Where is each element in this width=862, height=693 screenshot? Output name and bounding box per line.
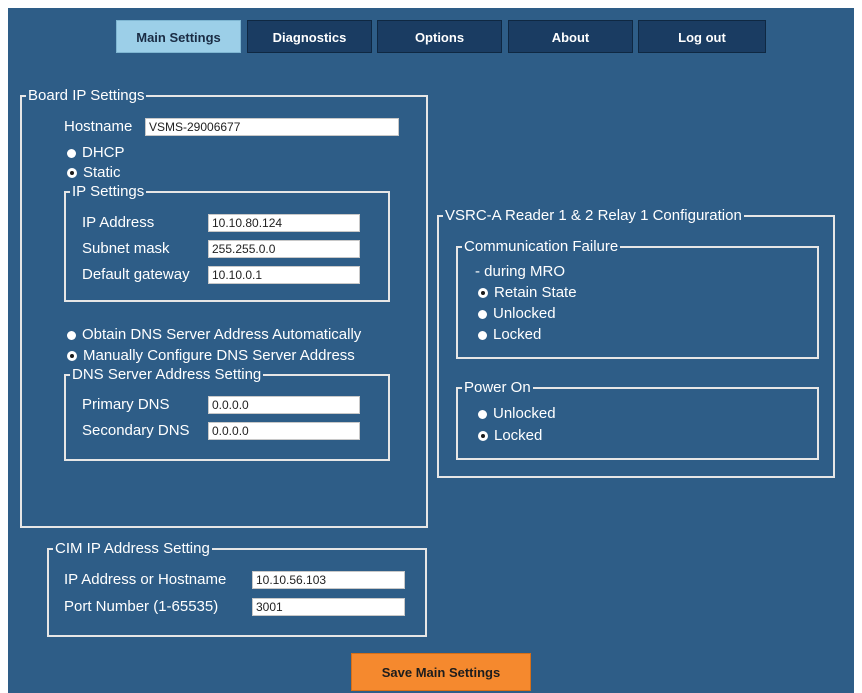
power-unlocked-label: Unlocked [493,405,556,422]
ip-address-label: IP Address [82,214,155,231]
tab-diagnostics[interactable]: Diagnostics [247,20,372,53]
tab-options[interactable]: Options [377,20,502,53]
comm-locked-radio[interactable]: Locked [478,326,541,344]
communication-failure-legend: Communication Failure [464,238,619,255]
dns-manual-radio-dot [67,351,77,361]
hostname-input[interactable] [145,118,399,136]
power-locked-radio-dot [478,431,488,441]
cim-host-label: IP Address or Hostname [64,571,227,588]
dhcp-label: DHCP [82,144,125,161]
ip-settings-legend: IP Settings [72,183,145,200]
retain-state-radio[interactable]: Retain State [478,284,577,302]
power-unlocked-radio-dot [478,409,487,419]
power-locked-radio[interactable]: Locked [478,427,542,445]
comm-unlocked-label: Unlocked [493,305,556,322]
secondary-dns-label: Secondary DNS [82,422,190,439]
power-unlocked-radio[interactable]: Unlocked [478,405,556,423]
subnet-mask-input[interactable] [208,240,360,258]
dns-auto-radio[interactable]: Obtain DNS Server Address Automatically [67,326,361,344]
cim-settings-group: CIM IP Address Setting [47,541,427,637]
during-mro-label: - during MRO [475,263,566,280]
static-radio[interactable]: Static [67,164,121,182]
tab-log-out[interactable]: Log out [638,20,766,53]
retain-state-label: Retain State [494,284,577,301]
dns-manual-label: Manually Configure DNS Server Address [83,347,355,364]
power-on-legend: Power On [464,379,531,396]
dhcp-radio-dot [67,148,76,158]
tab-main-settings[interactable]: Main Settings [116,20,241,53]
comm-unlocked-radio-dot [478,309,487,319]
tab-about[interactable]: About [508,20,633,53]
primary-dns-input[interactable] [208,396,360,414]
hostname-label: Hostname [64,118,133,135]
cim-port-label: Port Number (1-65535) [64,598,219,615]
dhcp-radio[interactable]: DHCP [67,144,125,162]
default-gateway-input[interactable] [208,266,360,284]
board-ip-settings-legend: Board IP Settings [28,87,145,104]
relay-configuration-legend: VSRC-A Reader 1 & 2 Relay 1 Configuratio… [445,207,742,224]
settings-panel: Main Settings Diagnostics Options About … [8,8,854,693]
dns-auto-radio-dot [67,330,76,340]
static-label: Static [83,164,121,181]
static-radio-dot [67,168,77,178]
secondary-dns-input[interactable] [208,422,360,440]
default-gateway-label: Default gateway [82,266,190,283]
retain-state-radio-dot [478,288,488,298]
subnet-mask-label: Subnet mask [82,240,170,257]
save-main-settings-button[interactable]: Save Main Settings [351,653,531,691]
comm-unlocked-radio[interactable]: Unlocked [478,305,556,323]
comm-locked-label: Locked [493,326,542,343]
comm-locked-radio-dot [478,330,487,340]
dns-auto-label: Obtain DNS Server Address Automatically [82,326,362,343]
dns-settings-group: DNS Server Address Setting [64,367,390,461]
cim-host-input[interactable] [252,571,405,589]
ip-address-input[interactable] [208,214,360,232]
dns-manual-radio[interactable]: Manually Configure DNS Server Address [67,347,355,365]
dns-settings-legend: DNS Server Address Setting [72,366,262,383]
power-locked-label: Locked [494,427,543,444]
cim-settings-legend: CIM IP Address Setting [55,540,210,557]
primary-dns-label: Primary DNS [82,396,170,413]
cim-port-input[interactable] [252,598,405,616]
